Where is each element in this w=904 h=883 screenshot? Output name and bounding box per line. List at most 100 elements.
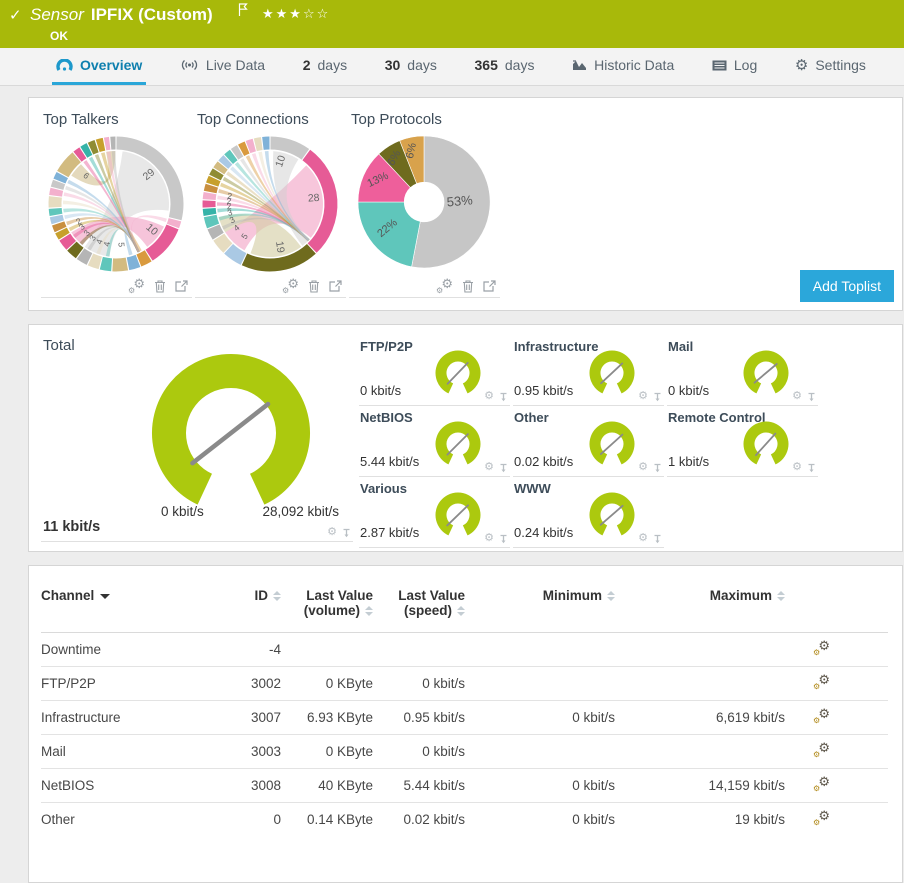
cell-channel: Other <box>41 812 75 827</box>
top-talkers-chord-chart[interactable]: 29 10 5 4 4 3 3 3 2 6 <box>41 130 191 278</box>
pin-icon[interactable] <box>342 528 351 538</box>
pin-icon[interactable] <box>653 463 662 473</box>
channel-gauge-grid: FTP/P2P 0 kbit/s ⚙ Infrastructure 0.95 k… <box>359 335 818 548</box>
channel-settings-gear-icon[interactable]: ⚙ <box>638 391 648 402</box>
channel-settings-gear-icon[interactable]: ⚙ <box>638 462 648 473</box>
gauge-cell-other: Other 0.02 kbit/s ⚙ <box>513 406 664 477</box>
channel-settings-gear-icon[interactable]: ⚙ <box>484 391 494 402</box>
sort-icon <box>365 606 373 617</box>
pin-icon[interactable] <box>807 392 816 402</box>
gauge-cell-ftp-p2p: FTP/P2P 0 kbit/s ⚙ <box>359 335 510 406</box>
column-header-maximum[interactable]: Maximum <box>615 582 785 633</box>
flag-icon[interactable] <box>238 3 249 17</box>
channel-gauge <box>430 488 486 542</box>
toplist-settings-icon[interactable]: ⚙ ⚙ <box>436 276 453 295</box>
svg-text:28: 28 <box>307 192 320 205</box>
toplist-settings-icon[interactable]: ⚙ ⚙ <box>128 276 145 295</box>
toplist-actions: ⚙ ⚙ <box>349 276 500 298</box>
pin-icon[interactable] <box>653 534 662 544</box>
toplists-panel: Top Talkers 29 10 5 4 4 3 3 3 2 6 ⚙ ⚙ Top Connecti… <box>28 97 903 311</box>
tab-settings[interactable]: ⚙ Settings <box>791 48 870 85</box>
cell-min: 0 kbit/s <box>572 710 615 725</box>
cell-max: 19 kbit/s <box>734 812 785 827</box>
empty-cell <box>667 477 818 547</box>
pin-icon[interactable] <box>653 392 662 402</box>
trash-icon[interactable] <box>308 279 320 293</box>
gear-icon: ⚙ <box>794 56 809 74</box>
total-current-value: 11 kbit/s <box>43 519 101 535</box>
edit-channel-gear-icon[interactable]: ⚙ ⚙ <box>813 672 830 691</box>
cell-min: 0 kbit/s <box>572 778 615 793</box>
tab-log[interactable]: Log <box>708 48 761 85</box>
cell-speed: 0 kbit/s <box>422 676 465 691</box>
channel-settings-gear-icon[interactable]: ⚙ <box>484 533 494 544</box>
external-link-icon[interactable] <box>329 280 342 292</box>
priority-stars[interactable]: ★★★☆☆ <box>262 6 330 22</box>
cell-channel: Infrastructure <box>41 710 121 725</box>
channel-gauge <box>430 346 486 400</box>
cell-channel: Mail <box>41 744 66 759</box>
column-header-channel[interactable]: Channel <box>41 582 209 633</box>
table-row: Other 0 0.14 KByte 0.02 kbit/s 0 kbit/s … <box>41 802 888 837</box>
channel-gauge <box>584 488 640 542</box>
tab-historic-data[interactable]: Historic Data <box>568 48 678 85</box>
channel-table: Channel ID Last Value (volume) Last Valu… <box>41 582 888 836</box>
gauge-cell-www: WWW 0.24 kbit/s ⚙ <box>513 477 664 548</box>
table-row: FTP/P2P 3002 0 KByte 0 kbit/s ⚙ ⚙ <box>41 666 888 701</box>
channel-settings-gear-icon[interactable]: ⚙ <box>638 533 648 544</box>
svg-text:19: 19 <box>273 240 287 254</box>
channel-settings-gear-icon[interactable]: ⚙ <box>792 462 802 473</box>
edit-channel-gear-icon[interactable]: ⚙ ⚙ <box>813 706 830 725</box>
trash-icon[interactable] <box>462 279 474 293</box>
pin-icon[interactable] <box>499 534 508 544</box>
gauge-cell-infrastructure: Infrastructure 0.95 kbit/s ⚙ <box>513 335 664 406</box>
cell-id: 3008 <box>250 778 281 793</box>
cell-volume: 0 KByte <box>325 744 373 759</box>
edit-channel-gear-icon[interactable]: ⚙ ⚙ <box>813 740 830 759</box>
tab-30-days[interactable]: 30 days <box>381 48 441 85</box>
add-toplist-button[interactable]: Add Toplist <box>799 270 894 302</box>
cell-min <box>465 735 615 769</box>
table-row: Infrastructure 3007 6.93 KByte 0.95 kbit… <box>41 700 888 735</box>
toplist-settings-icon[interactable]: ⚙ ⚙ <box>282 276 299 295</box>
channel-gauge <box>738 417 794 471</box>
channel-table-panel: Channel ID Last Value (volume) Last Valu… <box>28 565 903 883</box>
cell-id: 3002 <box>250 676 281 691</box>
channel-settings-gear-icon[interactable]: ⚙ <box>327 527 337 538</box>
pin-icon[interactable] <box>499 392 508 402</box>
edit-channel-gear-icon[interactable]: ⚙ ⚙ <box>813 638 830 657</box>
tab-live-data[interactable]: Live Data <box>176 48 269 85</box>
column-header-last-value-volume[interactable]: Last Value (volume) <box>281 582 373 633</box>
external-link-icon[interactable] <box>483 280 496 292</box>
top-protocols-pie-chart[interactable]: 53% 22% 13% 6% 6% <box>349 130 499 278</box>
edit-channel-gear-icon[interactable]: ⚙ ⚙ <box>813 808 830 827</box>
external-link-icon[interactable] <box>175 280 188 292</box>
tab-2-days[interactable]: 2 days <box>299 48 351 85</box>
channel-gauge <box>738 346 794 400</box>
channel-gauge <box>430 417 486 471</box>
svg-text:5: 5 <box>116 242 126 248</box>
column-header-minimum[interactable]: Minimum <box>465 582 615 633</box>
column-header-id[interactable]: ID <box>209 582 281 633</box>
channel-settings-gear-icon[interactable]: ⚙ <box>792 391 802 402</box>
cell-min <box>465 633 615 667</box>
cell-channel: Downtime <box>41 642 102 657</box>
sensor-type-label: Sensor <box>30 5 84 24</box>
pin-icon[interactable] <box>807 463 816 473</box>
cell-speed: 0.02 kbit/s <box>403 812 465 827</box>
sort-icon <box>777 591 785 602</box>
gauge-cell-remote-control: Remote Control 1 kbit/s ⚙ <box>667 406 818 477</box>
column-header-last-value-speed[interactable]: Last Value (speed) <box>373 582 465 633</box>
channel-gauge <box>584 346 640 400</box>
gauge-cell-netbios: NetBIOS 5.44 kbit/s ⚙ <box>359 406 510 477</box>
pin-icon[interactable] <box>499 463 508 473</box>
tab-365-days[interactable]: 365 days <box>471 48 539 85</box>
tab-overview[interactable]: Overview <box>52 48 147 85</box>
live-icon <box>180 59 199 71</box>
top-connections-chord-chart[interactable]: 10 28 19 5 4 3 3 2 2 2 <box>195 130 345 278</box>
trash-icon[interactable] <box>154 279 166 293</box>
channel-settings-gear-icon[interactable]: ⚙ <box>484 462 494 473</box>
cell-volume: 6.93 KByte <box>306 710 373 725</box>
cell-volume: 40 KByte <box>318 778 373 793</box>
edit-channel-gear-icon[interactable]: ⚙ ⚙ <box>813 774 830 793</box>
